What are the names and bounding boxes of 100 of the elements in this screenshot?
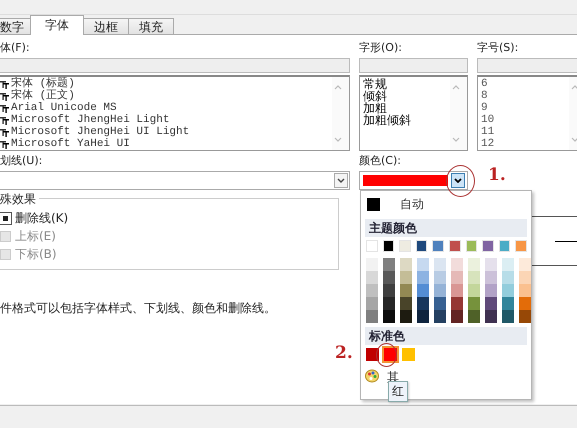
- list-item[interactable]: 加粗: [363, 102, 387, 114]
- color-swatch[interactable]: [416, 240, 428, 252]
- list-box[interactable]: 常规 倾斜 加粗 加粗倾斜: [359, 75, 468, 151]
- underline-dropdown[interactable]: [0, 171, 350, 190]
- color-swatch[interactable]: [434, 297, 446, 310]
- color-swatch[interactable]: [466, 240, 478, 252]
- color-swatch[interactable]: [451, 297, 463, 310]
- list-item[interactable]: 宋体 (正文): [11, 90, 75, 102]
- list-item[interactable]: 8: [481, 90, 488, 102]
- color-swatch[interactable]: [502, 310, 514, 323]
- list-box[interactable]: 宋体 (标题) 宋体 (正文) Arial Unicode MS Microsoft JhengHei Light Microsoft JhengHei UI Light Microsoft YaHei UI: [0, 75, 350, 151]
- list-item[interactable]: 12: [481, 138, 494, 150]
- color-swatch[interactable]: [417, 271, 429, 284]
- list-item[interactable]: Microsoft JhengHei UI Light: [11, 126, 190, 138]
- dropdown-button[interactable]: [451, 173, 465, 188]
- list-item[interactable]: Microsoft YaHei UI: [11, 138, 130, 150]
- color-swatch[interactable]: [451, 258, 463, 271]
- field-label: 颜色(C):: [359, 154, 402, 168]
- color-swatch[interactable]: [468, 284, 480, 297]
- list-item[interactable]: Arial Unicode MS: [11, 102, 117, 114]
- color-swatch[interactable]: [417, 258, 429, 271]
- list-item[interactable]: 11: [481, 126, 494, 138]
- list-item[interactable]: 宋体 (标题): [11, 78, 75, 90]
- color-swatch[interactable]: [366, 284, 378, 297]
- color-swatch[interactable]: [519, 284, 531, 297]
- color-swatch[interactable]: [502, 271, 514, 284]
- list-item[interactable]: 6: [481, 78, 488, 90]
- color-swatch[interactable]: [417, 284, 429, 297]
- color-swatch[interactable]: [485, 297, 497, 310]
- color-swatch[interactable]: [515, 240, 527, 252]
- color-swatch[interactable]: [383, 271, 395, 284]
- color-swatch[interactable]: [383, 258, 395, 271]
- color-swatch[interactable]: [366, 310, 378, 323]
- color-swatch[interactable]: [434, 271, 446, 284]
- color-swatch[interactable]: [383, 310, 395, 323]
- color-swatch[interactable]: [402, 348, 415, 361]
- color-swatch[interactable]: [382, 240, 394, 252]
- color-swatch[interactable]: [400, 258, 412, 271]
- tab[interactable]: 填充: [128, 18, 174, 34]
- list-box[interactable]: 6 8 9 10 11 12: [477, 75, 577, 151]
- color-swatch[interactable]: [366, 297, 378, 310]
- color-swatch[interactable]: [400, 297, 412, 310]
- color-swatch[interactable]: [482, 240, 494, 252]
- color-swatch[interactable]: [485, 271, 497, 284]
- color-swatch[interactable]: [502, 297, 514, 310]
- checkbox-label: 删除线(K): [15, 210, 68, 226]
- color-swatch[interactable]: [383, 297, 395, 310]
- color-swatch[interactable]: [366, 258, 378, 271]
- color-swatch[interactable]: [519, 297, 531, 310]
- color-swatch[interactable]: [451, 310, 463, 323]
- color-swatch[interactable]: [448, 240, 461, 252]
- list-item[interactable]: Microsoft JhengHei Light: [11, 114, 170, 126]
- color-swatch[interactable]: [498, 240, 510, 252]
- color-swatch[interactable]: [434, 284, 446, 297]
- list-item[interactable]: 加粗倾斜: [363, 114, 411, 126]
- color-swatch[interactable]: [366, 348, 379, 361]
- color-swatch[interactable]: [468, 258, 480, 271]
- input-field[interactable]: [477, 58, 577, 73]
- tab[interactable]: 字体: [30, 15, 84, 35]
- color-swatch[interactable]: [432, 240, 444, 252]
- color-swatch[interactable]: [400, 284, 412, 297]
- color-swatch[interactable]: [451, 271, 463, 284]
- color-swatch[interactable]: [502, 284, 514, 297]
- strikethrough-line: [555, 240, 577, 242]
- color-swatch[interactable]: [384, 348, 397, 361]
- color-swatch[interactable]: [519, 271, 531, 284]
- color-swatch[interactable]: [502, 258, 514, 271]
- color-swatch[interactable]: [485, 258, 497, 271]
- color-swatch[interactable]: [434, 310, 446, 323]
- color-swatch[interactable]: [485, 284, 497, 297]
- tab[interactable]: 数字: [0, 18, 31, 34]
- list-item[interactable]: 10: [481, 114, 494, 126]
- color-swatch[interactable]: [417, 297, 429, 310]
- color-swatch[interactable]: [383, 284, 395, 297]
- list-item[interactable]: 倾斜: [363, 90, 387, 102]
- color-swatch[interactable]: [519, 258, 531, 271]
- scrollbar[interactable]: [450, 77, 467, 150]
- color-swatch[interactable]: [485, 310, 497, 323]
- input-field[interactable]: [0, 58, 350, 73]
- color-swatch[interactable]: [399, 240, 411, 252]
- tab[interactable]: 边框: [83, 18, 129, 34]
- input-field[interactable]: [359, 58, 468, 73]
- color-swatch[interactable]: [366, 271, 378, 284]
- color-swatch[interactable]: [400, 310, 412, 323]
- font-type-icon: [0, 116, 9, 124]
- color-dropdown[interactable]: [359, 171, 468, 190]
- color-swatch[interactable]: [400, 271, 412, 284]
- color-swatch[interactable]: [519, 310, 531, 323]
- color-swatch[interactable]: [468, 271, 480, 284]
- font-type-icon: [0, 92, 9, 100]
- color-swatch[interactable]: [468, 310, 480, 323]
- color-swatch[interactable]: [434, 258, 446, 271]
- list-item[interactable]: 常规: [363, 78, 387, 90]
- color-swatch[interactable]: [366, 240, 378, 252]
- list-item[interactable]: 9: [481, 102, 488, 114]
- color-swatch[interactable]: [417, 310, 429, 323]
- color-swatch[interactable]: [451, 284, 463, 297]
- color-swatch[interactable]: [468, 297, 480, 310]
- menu-item[interactable]: 自动: [365, 193, 527, 215]
- scrollbar[interactable]: [332, 77, 349, 150]
